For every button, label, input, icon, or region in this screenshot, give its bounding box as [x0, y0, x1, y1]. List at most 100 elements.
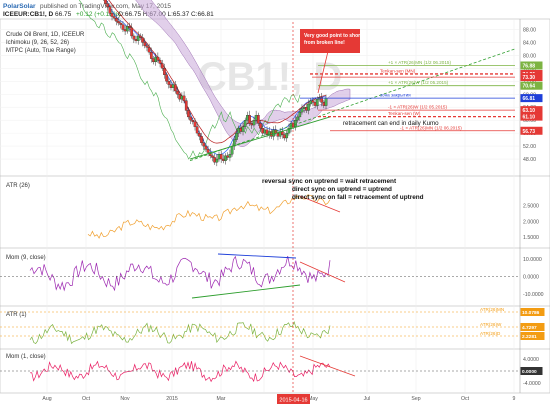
candle-body: [198, 132, 201, 137]
quote-value: 66.75: [55, 11, 72, 18]
price-tick-label: 48.00: [523, 157, 536, 163]
atr1-level-label: ATR(26)W: [480, 322, 502, 327]
candle-body: [248, 115, 251, 124]
candle-body: [189, 116, 192, 121]
candle-body: [204, 145, 208, 150]
candle-body: [184, 100, 188, 111]
candle-body: [211, 155, 214, 158]
candle-body: [182, 95, 186, 101]
candle-body: [163, 68, 166, 75]
candle-body: [252, 120, 256, 126]
candle-body: [307, 103, 310, 111]
candle-body: [130, 27, 134, 37]
mom1-tick-label: 4.0000: [523, 357, 539, 363]
time-tick-label: 2015: [166, 396, 178, 402]
candle-body: [106, 3, 110, 7]
atr26-tick-label: 2.5000: [523, 204, 539, 210]
chart-canvas: PolarSolar published on TradingView.com,…: [0, 0, 550, 404]
level-label: Tenkan-sen (MN): [380, 68, 416, 73]
time-tick-label: Jul: [364, 396, 371, 402]
candle-body: [141, 37, 144, 43]
candle-body: [187, 110, 190, 118]
level-price-text: 61.10: [523, 115, 536, 121]
price-tick-label: 52.00: [523, 144, 536, 150]
level-price-text: 73.30: [523, 75, 536, 81]
candle-body: [228, 154, 232, 158]
date-marker-label: 2015-04-16: [279, 398, 307, 404]
candle-body: [119, 22, 123, 25]
candle-body: [132, 35, 136, 40]
publisher-name[interactable]: PolarSolar: [3, 3, 36, 10]
callout-text-1: Very good point to short: [304, 33, 362, 39]
atr1-level-label: ATR(26)MN: [480, 307, 504, 312]
candle-body: [128, 26, 131, 29]
candle-body: [243, 120, 247, 127]
candle-body: [173, 84, 177, 92]
candle-body: [202, 142, 206, 147]
atr1-value-text: 2.2281: [522, 334, 537, 340]
atr1-level-label: ATR(26)D: [480, 331, 501, 336]
time-tick-label: Mar: [217, 396, 226, 402]
level-label: зона закрытия: [380, 93, 411, 98]
rule-1: reversal sync on uptrend = wait retracem…: [262, 178, 397, 185]
candle-body: [165, 74, 168, 82]
atr26-tick-label: 2.0000: [523, 219, 539, 225]
atr1-value-text: 4.7297: [522, 325, 537, 331]
price-tick-label: 80.00: [523, 53, 536, 59]
mom1-tick-label: -4.0000: [523, 381, 541, 387]
candle-body: [300, 108, 304, 113]
candle-body: [110, 13, 114, 17]
candle-body: [139, 35, 142, 38]
ohlc-values: O:66.75 H:67.00 L:65.37 C:66.81: [118, 11, 214, 18]
level-label: +1 × ATR(26)MN (1/2 06.2015): [388, 60, 451, 65]
candle-body: [115, 17, 118, 22]
candle-body: [191, 120, 195, 122]
time-tick-label: Oct: [82, 396, 91, 402]
candle-body: [167, 81, 171, 85]
candle-body: [117, 21, 120, 24]
time-tick-label: 9: [513, 396, 516, 402]
candle-body: [311, 100, 315, 103]
retracement-note: retracement can end in daily Kumo: [343, 120, 439, 127]
candle-body: [296, 116, 299, 121]
date-marker[interactable]: 2015-04-16: [277, 394, 310, 404]
time-tick-label: Aug: [42, 396, 51, 402]
level-price-text: 76.88: [523, 63, 536, 69]
pane-title-atr1: ATR (1): [6, 312, 27, 318]
mom9-tick-label: 10.0000: [523, 257, 542, 263]
candle-body: [149, 52, 153, 59]
candle-body: [143, 42, 147, 46]
candle-body: [241, 126, 245, 132]
level-label: -1 × ATR(26)W (1/2 05.2015): [388, 105, 447, 110]
level-price-text: 66.81: [523, 96, 536, 102]
candle-body: [280, 131, 284, 135]
candle-body: [176, 90, 179, 95]
candle-body: [285, 132, 289, 139]
mom1-value-text: 0.0000: [522, 369, 537, 375]
atr26-tick-label: 1.5000: [523, 235, 539, 241]
candle-body: [294, 120, 297, 127]
level-price-text: 70.64: [523, 84, 536, 90]
price-tick-label: 88.00: [523, 27, 536, 33]
candle-body: [112, 16, 116, 19]
ticker-line: ICEEUR:CB1!, D: [3, 11, 54, 18]
candle-body: [298, 111, 302, 118]
candle-body: [219, 154, 223, 160]
level-label: +1 × ATR(26)W (1/2 05.2015): [388, 80, 449, 85]
time-tick-label: Oct: [461, 396, 470, 402]
candle-body: [259, 123, 262, 129]
level-label: Tenkan-sen (W): [388, 111, 421, 116]
legend-mtpc: MTPC (Auto, True Range): [6, 48, 76, 54]
rule-3: direct sync on fall = retracement of upt…: [292, 194, 424, 201]
candle-body: [200, 136, 203, 143]
time-tick-label: Nov: [120, 396, 130, 402]
price-tick-label: 84.00: [523, 40, 536, 46]
candle-body: [160, 63, 164, 69]
candle-body: [256, 115, 260, 124]
mom9-tick-label: -10.0000: [523, 292, 544, 298]
pane-title-atr26: ATR (26): [6, 183, 30, 189]
candle-body: [206, 149, 210, 153]
time-tick-label: Sep: [411, 396, 420, 402]
atr1-value-text: 10.0786: [522, 310, 540, 316]
candle-body: [145, 45, 149, 48]
